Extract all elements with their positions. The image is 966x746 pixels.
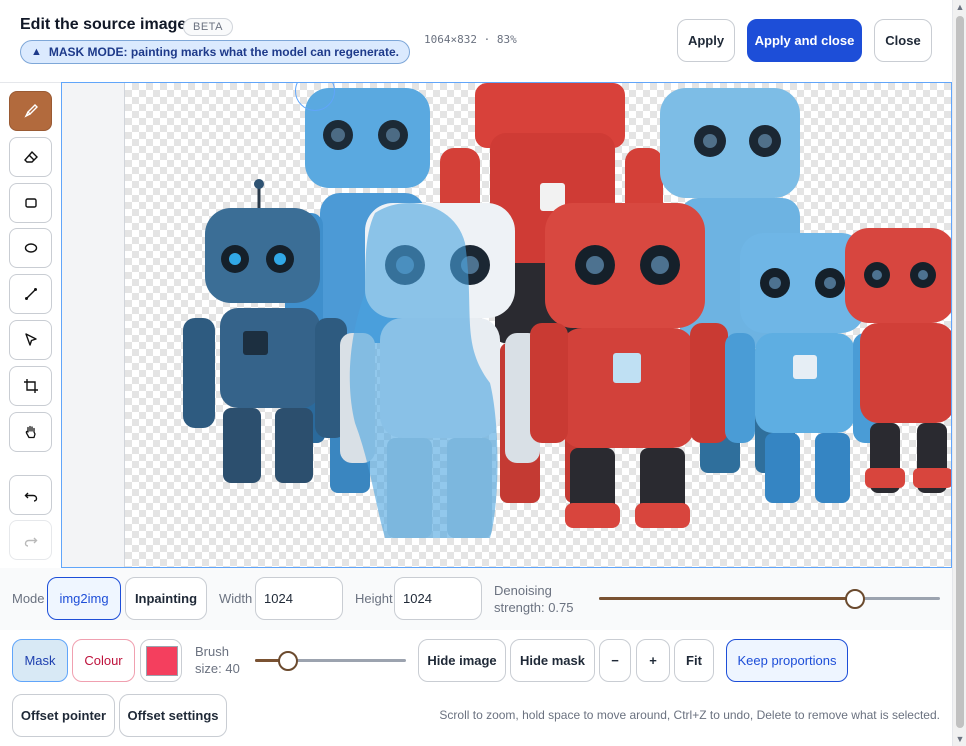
source-image-area[interactable] bbox=[124, 83, 951, 567]
beta-badge: BETA bbox=[183, 18, 233, 36]
brush-icon bbox=[23, 104, 38, 118]
image-info: 1064×832 · 83% bbox=[424, 33, 517, 46]
help-hint: Scroll to zoom, hold space to move aroun… bbox=[439, 708, 940, 722]
select-icon bbox=[24, 333, 37, 346]
brush-size-slider[interactable] bbox=[255, 651, 406, 671]
height-label: Height bbox=[355, 591, 393, 606]
eraser-icon bbox=[23, 150, 38, 163]
zoom-in-button[interactable]: + bbox=[636, 639, 670, 682]
brush-settings-area: Mask Colour Brush size: 40 Hide image Hi… bbox=[0, 630, 952, 746]
crop-icon bbox=[23, 379, 38, 393]
warning-icon: ▲ bbox=[31, 46, 42, 58]
hand-icon bbox=[25, 425, 36, 439]
scroll-down-icon[interactable]: ▼ bbox=[955, 734, 965, 744]
crop-tool-button[interactable] bbox=[9, 366, 52, 406]
fit-button[interactable]: Fit bbox=[674, 639, 714, 682]
mode-img2img-button[interactable]: img2img bbox=[47, 577, 121, 620]
offset-pointer-button[interactable]: Offset pointer bbox=[12, 694, 115, 737]
ellipse-icon bbox=[24, 243, 37, 253]
slider-thumb[interactable] bbox=[844, 589, 865, 609]
height-input[interactable]: 1024 bbox=[394, 577, 482, 620]
robots-image bbox=[183, 83, 951, 538]
mask-mode-notice: ▲ MASK MODE: painting marks what the mod… bbox=[20, 40, 410, 64]
denoising-strength-slider[interactable] bbox=[599, 589, 940, 609]
apply-and-close-button[interactable]: Apply and close bbox=[747, 19, 862, 62]
rectangle-icon bbox=[24, 198, 37, 208]
colour-mode-button[interactable]: Colour bbox=[72, 639, 135, 682]
redo-button[interactable] bbox=[9, 520, 52, 560]
denoising-label: Denoising strength: 0.75 bbox=[494, 583, 574, 615]
zoom-out-button[interactable]: − bbox=[599, 639, 631, 682]
width-input[interactable]: 1024 bbox=[255, 577, 343, 620]
undo-button[interactable] bbox=[9, 475, 52, 515]
image-editor-dialog: Edit the source image BETA ▲ MASK MODE: … bbox=[0, 0, 952, 746]
brush-size-label: Brush size: 40 bbox=[195, 644, 240, 676]
colour-swatch-button[interactable] bbox=[140, 639, 182, 682]
editor-canvas[interactable] bbox=[61, 82, 952, 568]
generation-settings-row: Mode img2img Inpainting Width 1024 Heigh… bbox=[0, 568, 952, 630]
ellipse-tool-button[interactable] bbox=[9, 228, 52, 268]
editor-header: Edit the source image BETA ▲ MASK MODE: … bbox=[0, 0, 952, 82]
rectangle-tool-button[interactable] bbox=[9, 183, 52, 223]
mode-inpainting-button[interactable]: Inpainting bbox=[125, 577, 207, 620]
hand-tool-button[interactable] bbox=[9, 412, 52, 452]
scroll-up-icon[interactable]: ▲ bbox=[955, 2, 965, 12]
mask-mode-button[interactable]: Mask bbox=[12, 639, 68, 682]
slider-thumb[interactable] bbox=[278, 651, 299, 671]
redo-icon bbox=[24, 537, 37, 547]
offset-settings-button[interactable]: Offset settings bbox=[119, 694, 227, 737]
apply-button[interactable]: Apply bbox=[677, 19, 735, 62]
page-scrollbar[interactable]: ▲ ▼ bbox=[952, 0, 966, 746]
undo-icon bbox=[24, 492, 37, 502]
line-icon bbox=[24, 288, 37, 300]
slider-fill bbox=[599, 597, 855, 600]
mask-mode-text: MASK MODE: painting marks what the model… bbox=[48, 45, 399, 59]
hide-mask-button[interactable]: Hide mask bbox=[510, 639, 595, 682]
dialog-title: Edit the source image bbox=[20, 16, 187, 33]
close-button[interactable]: Close bbox=[874, 19, 932, 62]
colour-swatch bbox=[146, 646, 178, 676]
brush-tool-button[interactable] bbox=[9, 91, 52, 131]
mode-label: Mode bbox=[12, 591, 45, 606]
line-tool-button[interactable] bbox=[9, 274, 52, 314]
scrollbar-thumb[interactable] bbox=[956, 16, 964, 728]
eraser-tool-button[interactable] bbox=[9, 137, 52, 177]
hide-image-button[interactable]: Hide image bbox=[418, 639, 506, 682]
keep-proportions-toggle[interactable]: Keep proportions bbox=[726, 639, 848, 682]
width-label: Width bbox=[219, 591, 253, 606]
select-tool-button[interactable] bbox=[9, 320, 52, 360]
